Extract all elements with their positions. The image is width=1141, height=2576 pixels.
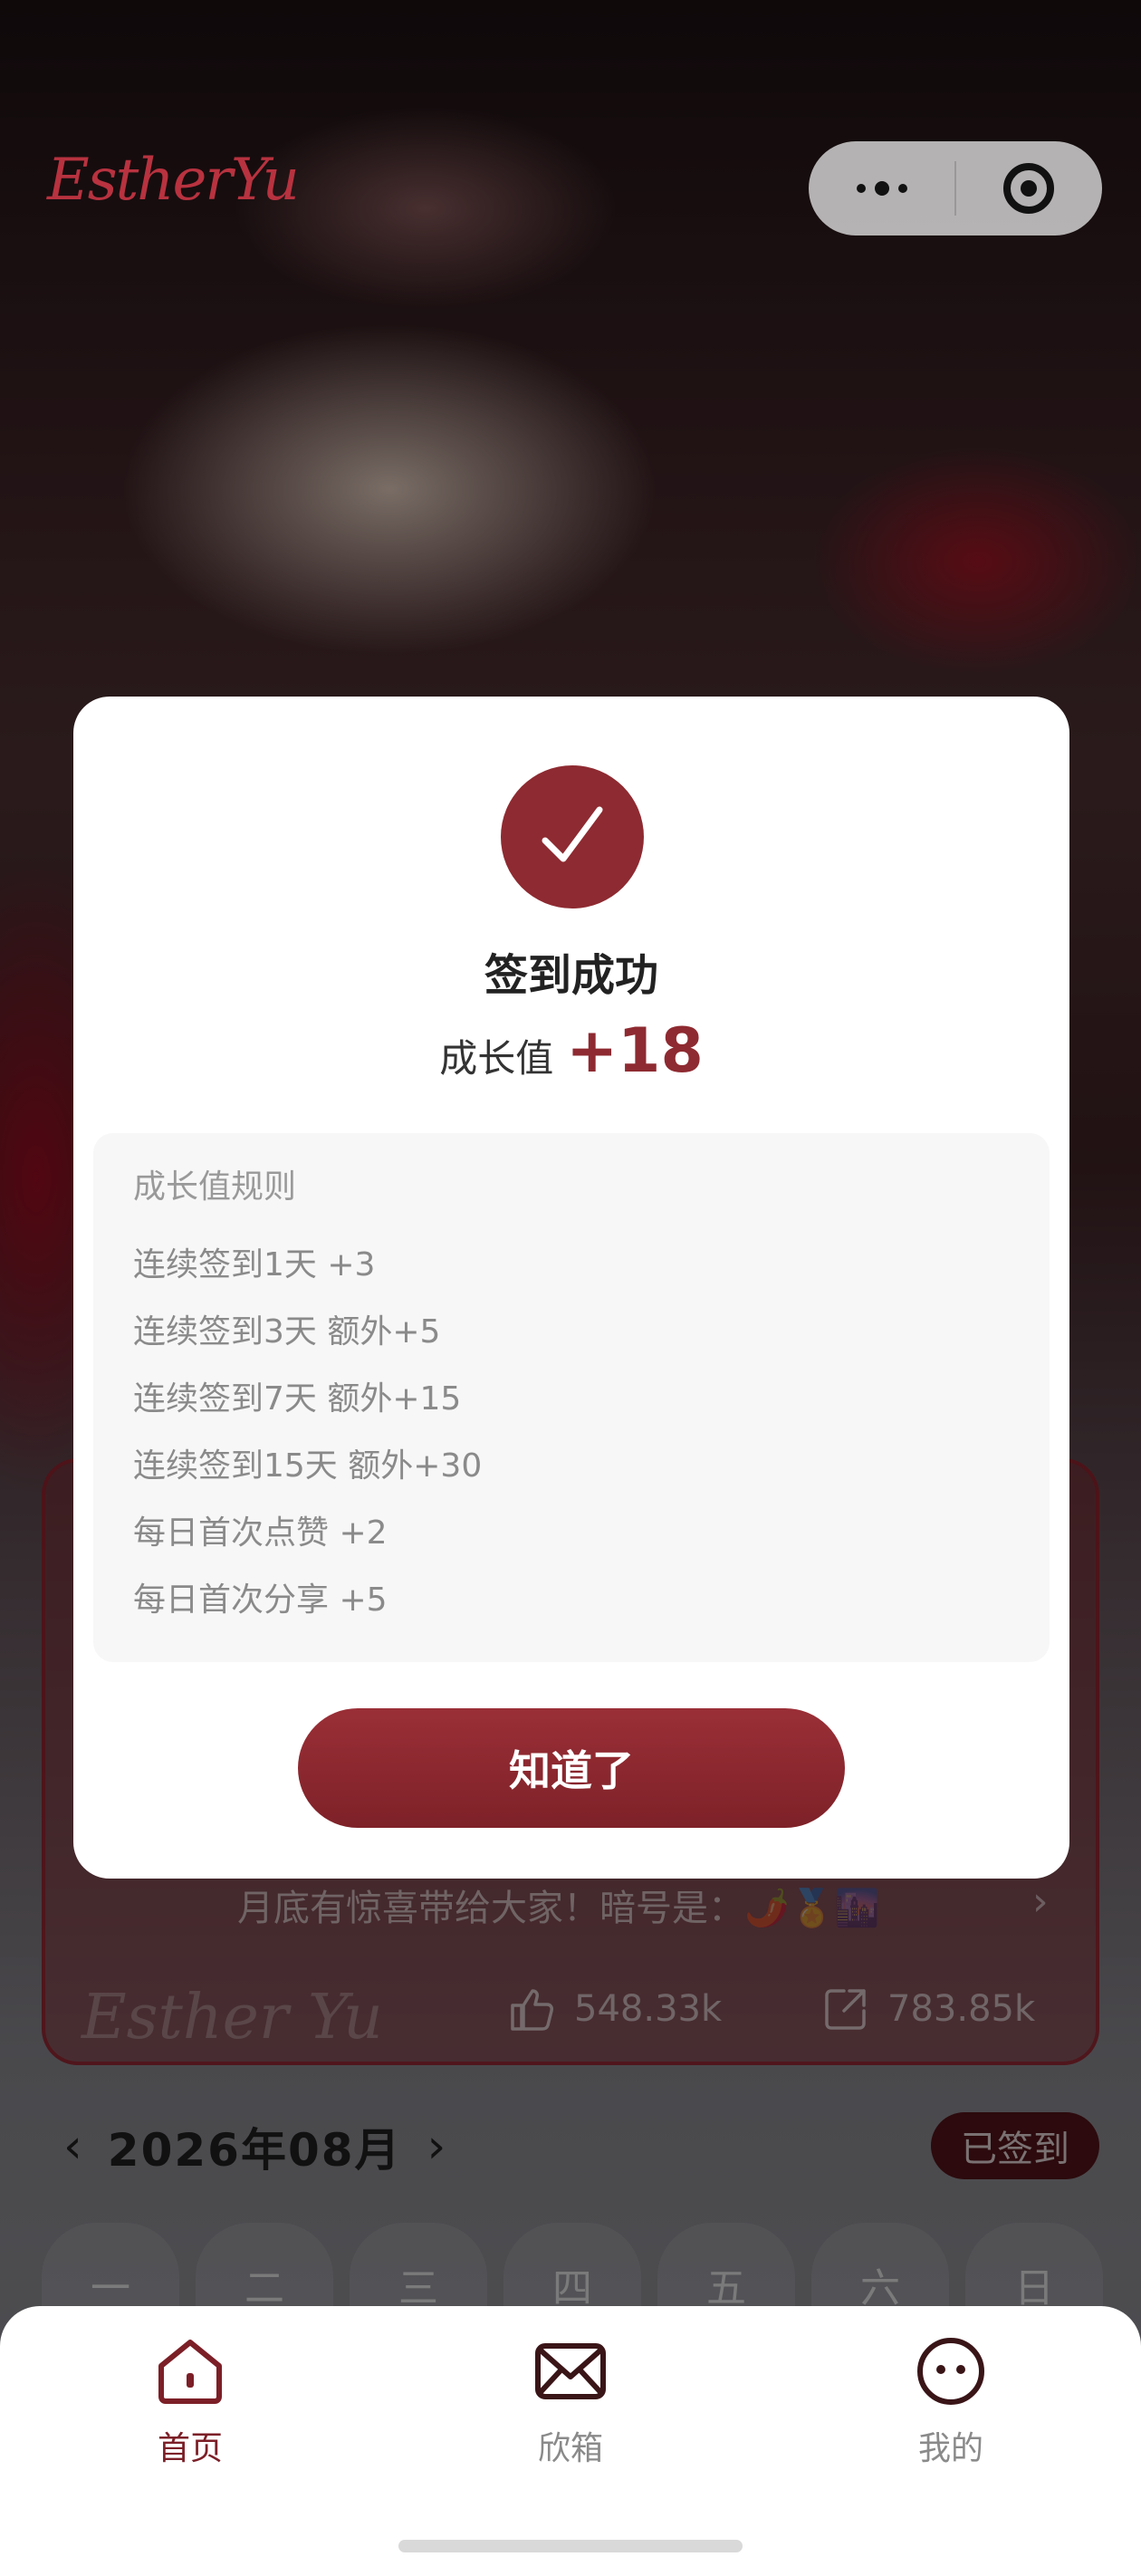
- more-button[interactable]: [809, 141, 954, 235]
- brand-logo: EstherYu: [47, 147, 300, 214]
- checkmark-icon: [542, 806, 603, 862]
- home-indicator[interactable]: [398, 2540, 743, 2552]
- checkin-success-modal: 签到成功 成长值 +18 成长值规则 连续签到1天 +3 连续签到3天 额外+5…: [73, 697, 1069, 1879]
- growth-label: 成长值: [439, 1036, 554, 1081]
- home-icon: [158, 2340, 222, 2404]
- tab-home[interactable]: 首页: [100, 2333, 281, 2469]
- growth-row: 成长值 +18: [73, 1015, 1069, 1087]
- tab-mailbox-label: 欣箱: [537, 2430, 603, 2467]
- growth-rules-panel: 成长值规则 连续签到1天 +3 连续签到3天 额外+5 连续签到7天 额外+15…: [93, 1133, 1050, 1662]
- tab-profile-label: 我的: [917, 2430, 983, 2467]
- tab-profile[interactable]: 我的: [860, 2333, 1041, 2469]
- target-icon: [1003, 163, 1055, 214]
- rules-title: 成长值规则: [133, 1168, 297, 1206]
- close-mini-program-button[interactable]: [956, 141, 1102, 235]
- rule-item: 连续签到3天 额外+5: [133, 1313, 441, 1350]
- tab-home-label: 首页: [157, 2430, 223, 2467]
- profile-face-icon: [917, 2338, 984, 2405]
- growth-value: +18: [566, 1015, 704, 1087]
- tab-mailbox[interactable]: 欣箱: [480, 2333, 661, 2469]
- modal-title: 签到成功: [484, 950, 658, 1001]
- got-it-button[interactable]: 知道了: [298, 1708, 845, 1828]
- rule-item: 每日首次点赞 +2: [133, 1514, 388, 1552]
- rule-item: 连续签到15天 额外+30: [133, 1447, 483, 1485]
- rule-item: 连续签到1天 +3: [133, 1246, 376, 1283]
- rule-item: 每日首次分享 +5: [133, 1581, 388, 1619]
- more-dots-icon: [856, 181, 907, 196]
- bottom-tab-bar: 首页 欣箱 我的: [0, 2306, 1141, 2576]
- rule-item: 连续签到7天 额外+15: [133, 1380, 462, 1418]
- mini-program-capsule: [809, 141, 1102, 235]
- checkmark-badge: [501, 765, 644, 908]
- mail-icon: [535, 2343, 606, 2399]
